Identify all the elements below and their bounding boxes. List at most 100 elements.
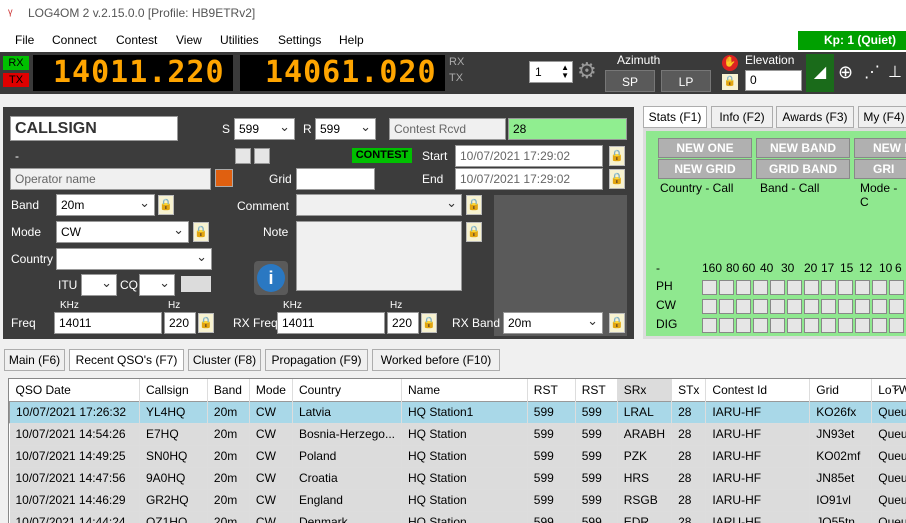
tab-recent-qsos[interactable]: Recent QSO's (F7) <box>69 349 184 371</box>
menu-contest[interactable]: Contest <box>116 33 157 47</box>
table-cell: 599 <box>575 445 618 468</box>
lock-icon[interactable]: 🔒 <box>722 74 738 90</box>
freq-khz-input[interactable]: 14011 <box>54 312 162 334</box>
rxfreq-khz-input[interactable]: 14011 <box>277 312 385 334</box>
recent-qso-table: QSO Date Callsign Band Mode Country Name RST RS… <box>8 378 906 523</box>
menu-help[interactable]: Help <box>339 33 364 47</box>
note-lock-icon[interactable]: 🔒 <box>466 222 482 242</box>
band-lock-icon[interactable]: 🔒 <box>158 195 174 215</box>
gear-icon[interactable]: ⚙ <box>577 58 597 84</box>
freq-hz-input[interactable]: 220 <box>164 312 196 334</box>
rst-rcvd-select[interactable]: 599 <box>315 118 376 140</box>
tab-worked-before[interactable]: Worked before (F10) <box>372 349 500 371</box>
rst-sent-select[interactable]: 599 <box>234 118 295 140</box>
window-title: LOG4OM 2 v.2.15.0.0 [Profile: HB9ETRv2] <box>28 6 256 20</box>
qsl-rcvd-checkbox[interactable] <box>254 148 270 164</box>
column-header[interactable]: STx <box>671 379 707 401</box>
rotor-number-stepper[interactable]: 1 ▲ ▼ <box>529 61 573 83</box>
signal-icon[interactable]: ◢ <box>806 54 834 92</box>
freq-lock-icon[interactable]: 🔒 <box>198 313 214 333</box>
tab-main[interactable]: Main (F6) <box>4 349 65 371</box>
itu-select[interactable] <box>81 274 117 296</box>
column-header[interactable]: Band <box>207 379 250 401</box>
elevation-stepper[interactable]: 0 <box>745 70 802 91</box>
column-header[interactable]: Name <box>401 379 528 401</box>
column-header[interactable]: Country <box>292 379 402 401</box>
menu-view[interactable]: View <box>176 33 202 47</box>
band-header-row: -16080604030201715121064 <box>646 261 906 277</box>
antenna-icon[interactable]: ⊥ <box>888 62 902 82</box>
column-header[interactable]: SRx <box>617 379 673 401</box>
table-row[interactable]: 10/07/2021 14:46:29 GR2HQ 20m CW England HQ S… <box>9 489 906 512</box>
operator-name-input[interactable]: Operator name <box>10 168 211 190</box>
rxband-lock-icon[interactable]: 🔒 <box>609 313 625 333</box>
tab-my[interactable]: My (F4) <box>858 106 906 128</box>
column-header[interactable]: RST <box>575 379 618 401</box>
comment-lock-icon[interactable]: 🔒 <box>466 195 482 215</box>
menu-utilities[interactable]: Utilities <box>220 33 259 47</box>
table-cell: OZ1HQ <box>139 511 208 523</box>
comment-select[interactable] <box>296 194 462 216</box>
tab-propagation[interactable]: Propagation (F9) <box>265 349 368 371</box>
grid-band-button[interactable]: GRID BAND <box>756 159 850 179</box>
mode-row-ph: PH <box>656 279 673 293</box>
tab-info[interactable]: Info (F2) <box>711 106 773 128</box>
menu-connect[interactable]: Connect <box>52 33 97 47</box>
column-header[interactable]: Grid <box>809 379 873 401</box>
table-row[interactable]: 10/07/2021 14:54:26 E7HQ 20m CW Bosnia-Herze… <box>9 423 906 446</box>
table-row[interactable]: 10/07/2021 14:47:56 9A0HQ 20m CW Croatia HQ S… <box>9 467 906 490</box>
contest-rcvd-input[interactable]: 28 <box>508 118 627 140</box>
table-cell: CW <box>249 401 293 424</box>
column-header[interactable]: Mode <box>249 379 293 401</box>
rxfreq-hz-input[interactable]: 220 <box>387 312 419 334</box>
column-header[interactable]: RST <box>527 379 576 401</box>
table-cell: 28 <box>671 401 707 424</box>
table-row[interactable]: 10/07/2021 14:49:25 SN0HQ 20m CW Poland HQ St… <box>9 445 906 468</box>
card-icon[interactable] <box>215 169 233 187</box>
grid-mode-button[interactable]: GRI <box>854 159 906 179</box>
stop-rotor-icon[interactable]: ✋ <box>722 55 738 71</box>
menu-file[interactable]: File <box>15 33 34 47</box>
table-cell: KO02mf <box>809 445 873 468</box>
long-path-button[interactable]: LP <box>661 70 711 92</box>
table-row[interactable]: 10/07/2021 17:26:32 YL4HQ 20m CW Latvia HQ St… <box>9 401 906 424</box>
country-select[interactable] <box>56 248 212 270</box>
band-select[interactable]: 20m <box>56 194 155 216</box>
mode-lock-icon[interactable]: 🔒 <box>193 222 209 242</box>
callsign-input[interactable]: CALLSIGN <box>10 116 178 141</box>
end-lock-icon[interactable]: 🔒 <box>609 169 625 189</box>
tab-cluster[interactable]: Cluster (F8) <box>188 349 261 371</box>
globe-icon[interactable]: ⊕ <box>838 62 853 83</box>
column-header[interactable]: Callsign <box>139 379 208 401</box>
band-mode-cell <box>804 280 819 295</box>
end-time-input[interactable]: 10/07/2021 17:29:02 <box>455 168 603 190</box>
caption-country-call: Country - Call <box>660 181 734 195</box>
note-textarea[interactable] <box>296 221 462 291</box>
qsl-sent-checkbox[interactable] <box>235 148 251 164</box>
table-cell: SN0HQ <box>139 445 208 468</box>
menu-settings[interactable]: Settings <box>278 33 321 47</box>
mode-select[interactable]: CW <box>56 221 189 243</box>
start-lock-icon[interactable]: 🔒 <box>609 146 625 166</box>
start-time-input[interactable]: 10/07/2021 17:29:02 <box>455 145 603 167</box>
new-grid-button[interactable]: NEW GRID <box>658 159 752 179</box>
column-header[interactable]: Contest Id <box>705 379 811 401</box>
tx-frequency-display[interactable]: 14061.020 <box>240 55 445 91</box>
tab-stats[interactable]: Stats (F1) <box>643 106 707 128</box>
table-row[interactable]: 10/07/2021 14:44:24 OZ1HQ 20m CW Denmark HQ S… <box>9 511 906 523</box>
satellite-icon[interactable]: ⋰ <box>864 62 880 82</box>
info-button[interactable]: i <box>254 261 288 295</box>
tab-awards[interactable]: Awards (F3) <box>776 106 854 128</box>
new-one-button[interactable]: NEW ONE <box>658 138 752 158</box>
column-header[interactable]: QSO Date <box>9 379 140 401</box>
band-mode-cell <box>838 318 853 333</box>
rxband-select[interactable]: 20m <box>503 312 603 334</box>
grid-input[interactable] <box>296 168 375 190</box>
rxfreq-lock-icon[interactable]: 🔒 <box>421 313 437 333</box>
short-path-button[interactable]: SP <box>605 70 655 92</box>
band-mode-cell <box>804 318 819 333</box>
cq-select[interactable] <box>139 274 175 296</box>
rx-frequency-display[interactable]: 14011.220 <box>33 55 233 91</box>
new-band-button[interactable]: NEW BAND <box>756 138 850 158</box>
new-mode-button[interactable]: NEW I <box>854 138 906 158</box>
